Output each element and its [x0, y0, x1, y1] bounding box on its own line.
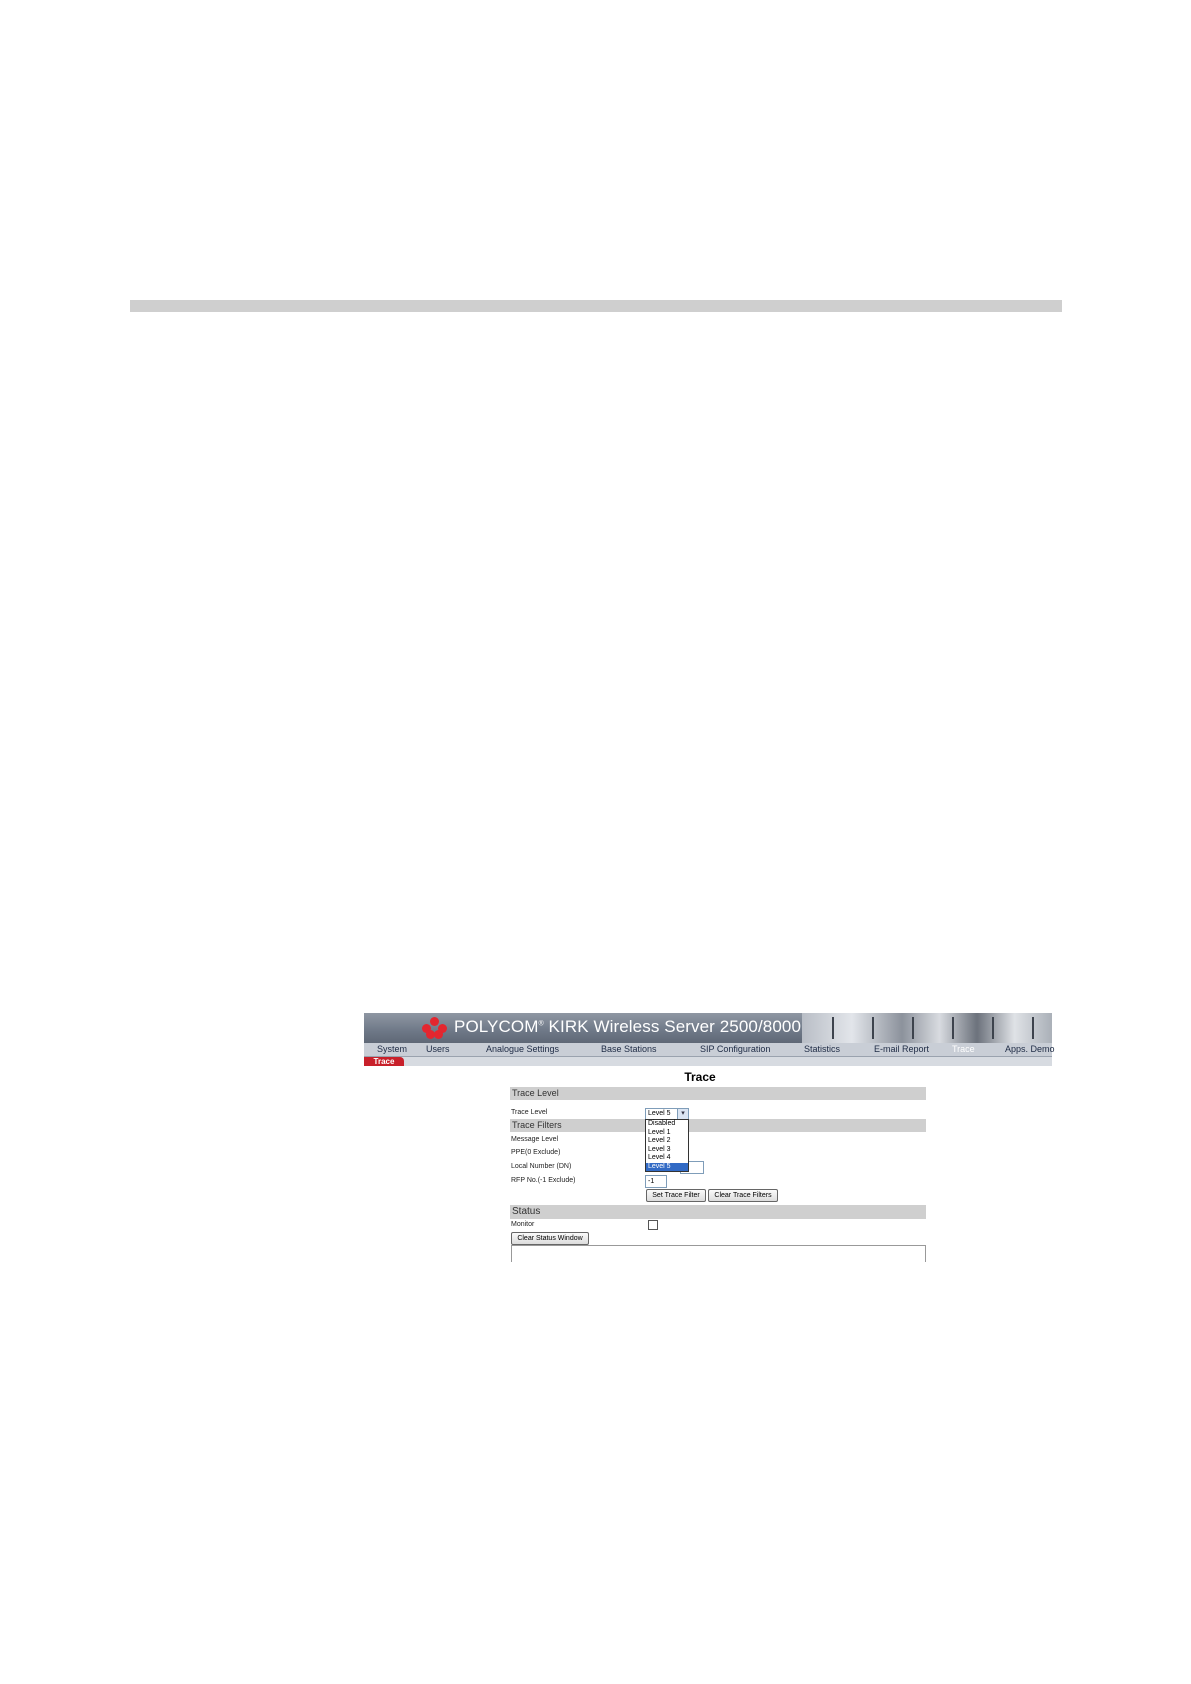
- trace-level-label: Trace Level: [511, 1109, 548, 1116]
- status-window[interactable]: [511, 1245, 926, 1262]
- sub-nav: [364, 1057, 1052, 1066]
- trace-level-dropdown: Disabled Level 1 Level 2 Level 3 Level 4…: [645, 1119, 689, 1172]
- header-banner: POLYCOM® KIRK Wireless Server 2500/8000: [364, 1013, 1052, 1043]
- section-trace-filters: Trace Filters: [510, 1119, 926, 1132]
- web-admin-screenshot: POLYCOM® KIRK Wireless Server 2500/8000 …: [364, 1013, 1055, 1262]
- set-trace-filter-button[interactable]: Set Trace Filter: [646, 1189, 706, 1202]
- main-nav: System Users Analogue Settings Base Stat…: [364, 1043, 1055, 1057]
- chevron-down-icon[interactable]: ▾: [677, 1109, 688, 1119]
- nav-statistics[interactable]: Statistics: [804, 1044, 840, 1054]
- dropdown-option[interactable]: Level 2: [646, 1137, 688, 1146]
- page-rule: [130, 300, 1062, 312]
- nav-analogue-settings[interactable]: Analogue Settings: [486, 1044, 559, 1054]
- product-title: POLYCOM® KIRK Wireless Server 2500/8000: [454, 1017, 802, 1036]
- monitor-checkbox[interactable]: [648, 1220, 658, 1230]
- clear-trace-filters-button[interactable]: Clear Trace Filters: [708, 1189, 778, 1202]
- dropdown-option[interactable]: Level 1: [646, 1129, 688, 1138]
- page-title: Trace: [684, 1070, 716, 1084]
- dropdown-option[interactable]: Level 4: [646, 1154, 688, 1163]
- nav-apps-demo[interactable]: Apps. Demo: [1005, 1044, 1055, 1054]
- dropdown-option[interactable]: Level 3: [646, 1146, 688, 1155]
- nav-trace[interactable]: Trace: [952, 1044, 975, 1054]
- rfp-no-label: RFP No.(-1 Exclude): [511, 1177, 576, 1184]
- ppe-label: PPE(0 Exclude): [511, 1149, 561, 1156]
- rfp-no-input[interactable]: -1: [645, 1175, 667, 1188]
- monitor-label: Monitor: [511, 1221, 535, 1228]
- polycom-logo-icon: [422, 1017, 448, 1039]
- clear-status-window-button[interactable]: Clear Status Window: [511, 1232, 589, 1245]
- nav-sip-configuration[interactable]: SIP Configuration: [700, 1044, 770, 1054]
- dropdown-option[interactable]: Disabled: [646, 1120, 688, 1129]
- nav-system[interactable]: System: [377, 1044, 407, 1054]
- nav-users[interactable]: Users: [426, 1044, 450, 1054]
- message-level-label: Message Level: [511, 1136, 559, 1143]
- nav-base-stations[interactable]: Base Stations: [601, 1044, 657, 1054]
- section-trace-level: Trace Level: [510, 1087, 926, 1100]
- nav-email-report[interactable]: E-mail Report: [874, 1044, 929, 1054]
- section-status: Status: [510, 1205, 926, 1219]
- subtab-trace[interactable]: Trace: [364, 1057, 404, 1066]
- dropdown-option-selected[interactable]: Level 5: [646, 1162, 688, 1171]
- local-number-label: Local Number (DN): [511, 1163, 572, 1170]
- hardware-image: [802, 1013, 1052, 1043]
